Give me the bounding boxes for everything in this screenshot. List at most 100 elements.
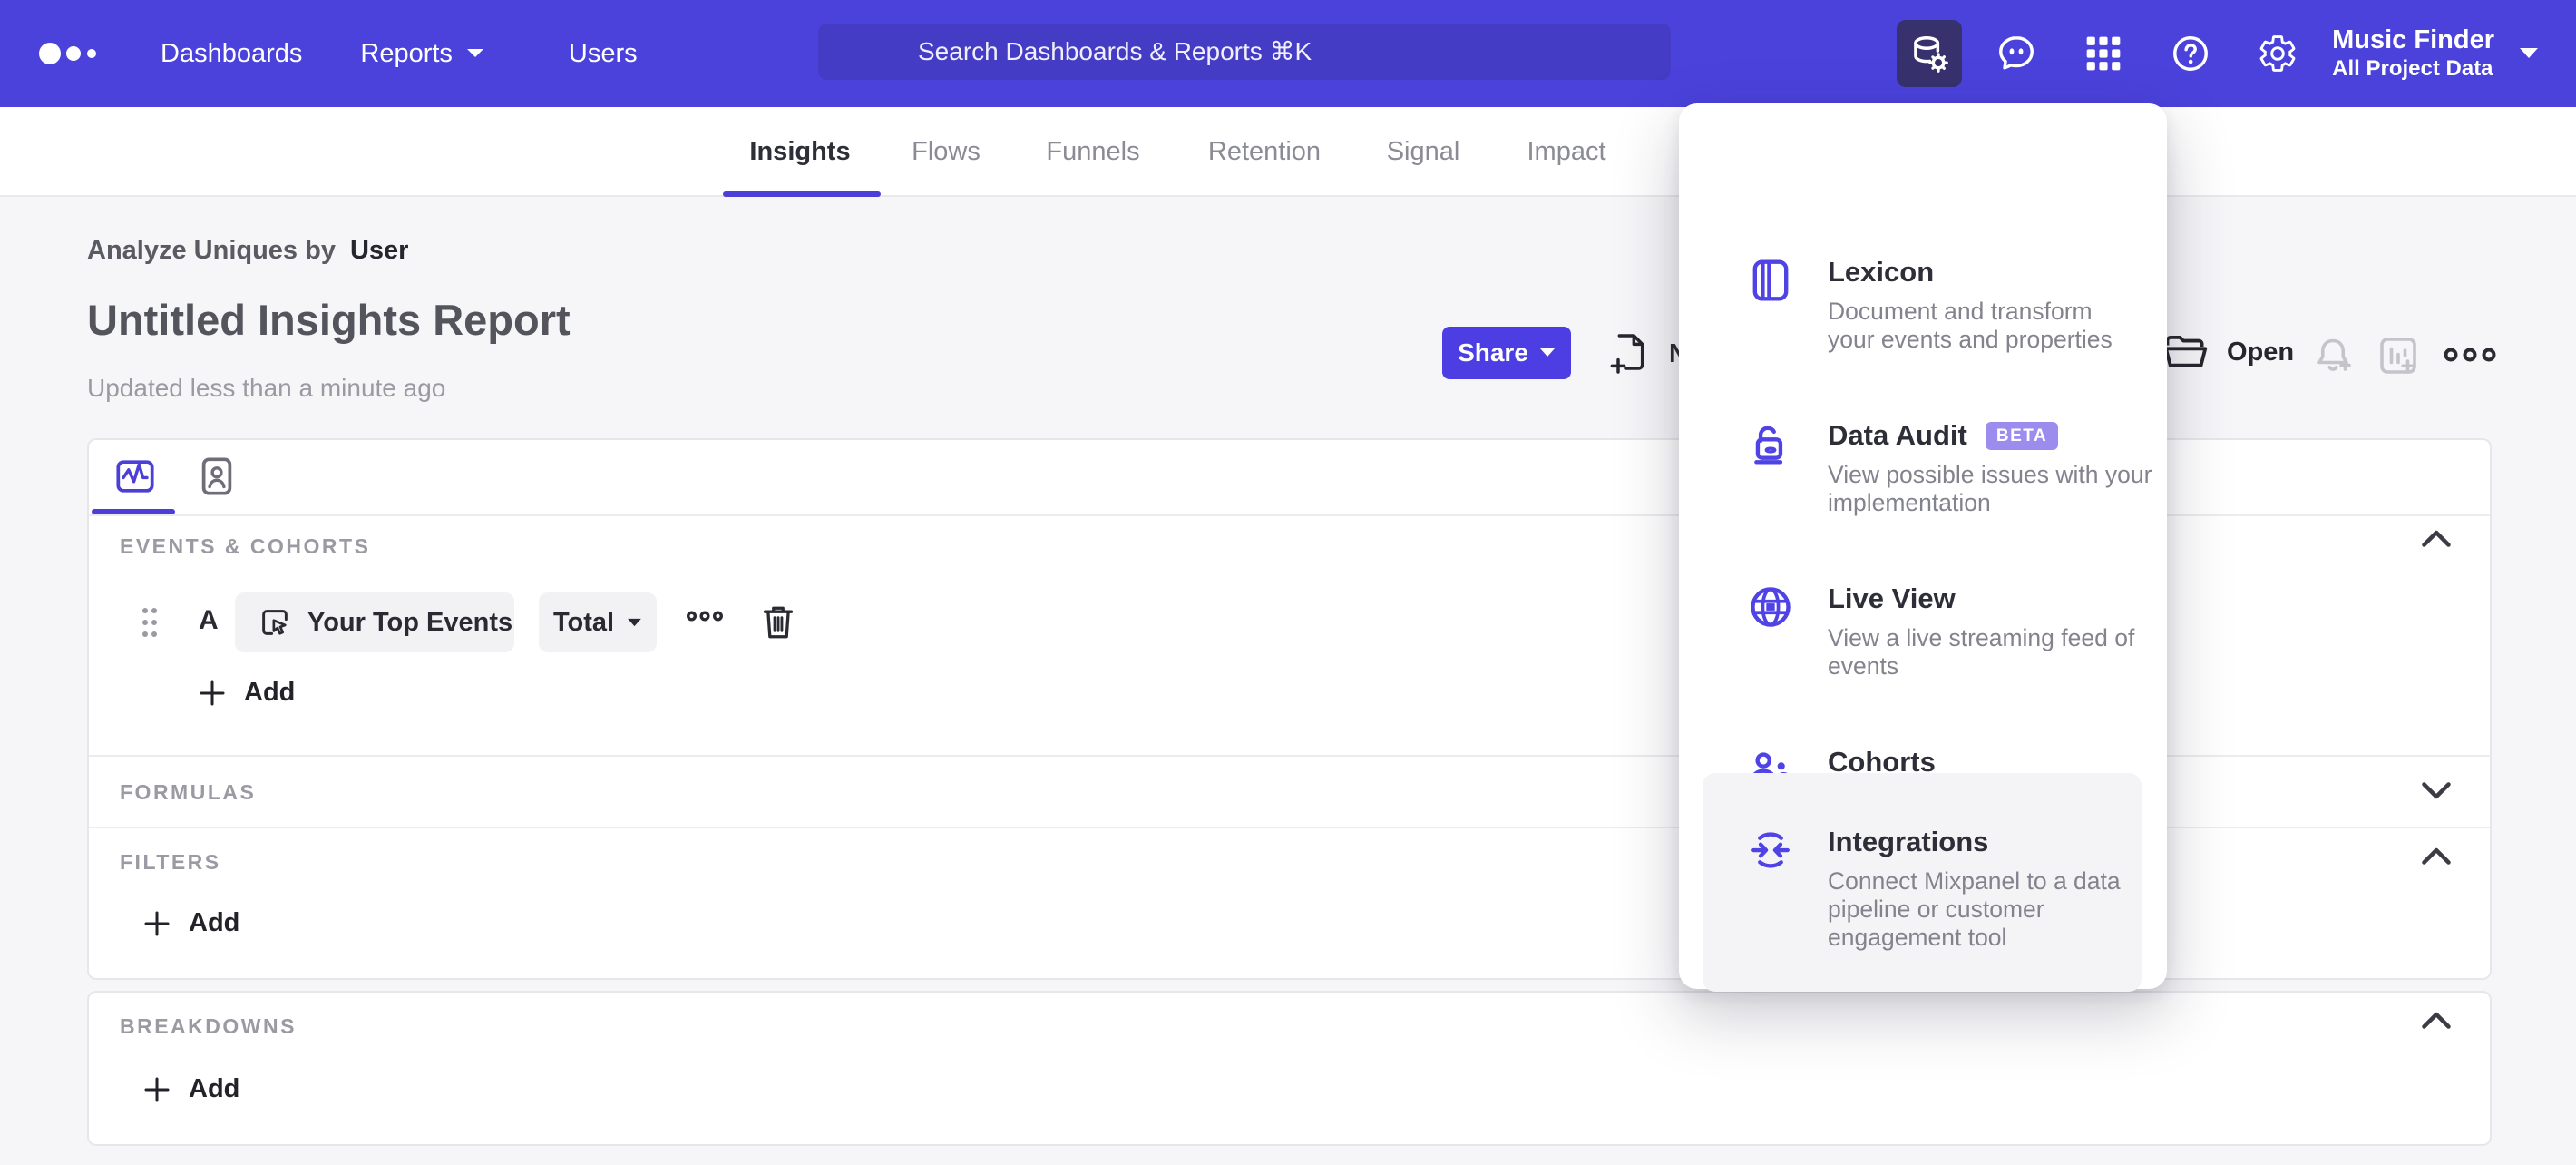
lock-icon: [1748, 419, 1793, 517]
plus-icon: [144, 1077, 170, 1101]
add-label: Add: [189, 1074, 240, 1103]
menu-item-desc: View a live streaming feed of events: [1828, 624, 2135, 680]
sync-icon: [1748, 826, 1793, 952]
collapse-section-button[interactable]: [2419, 527, 2454, 553]
tab-flows[interactable]: Flows: [912, 107, 981, 197]
share-button[interactable]: Share: [1442, 327, 1571, 379]
open-report-button[interactable]: Open: [2163, 332, 2294, 372]
folder-open-icon: [2164, 335, 2208, 367]
collapse-section-button[interactable]: [2419, 845, 2454, 871]
breakdowns-section: BREAKDOWNS Add: [89, 993, 2490, 1144]
add-label: Add: [189, 908, 240, 937]
tab-funnels[interactable]: Funnels: [1046, 107, 1139, 197]
globe-icon: [1748, 582, 1793, 680]
tab-retention[interactable]: Retention: [1208, 107, 1321, 197]
mixpanel-logo-icon[interactable]: [38, 40, 103, 72]
plus-icon: [200, 680, 225, 705]
analyze-by-value[interactable]: User: [350, 236, 409, 265]
project-scope: All Project Data: [2332, 56, 2493, 81]
analyze-by-line: Analyze Uniques by User: [87, 236, 408, 266]
menu-item-integrations[interactable]: Integrations Connect Mixpanel to a data …: [1703, 773, 2142, 992]
menu-item-data-audit[interactable]: Data Audit BETA View possible issues wit…: [1679, 419, 2167, 517]
overflow-menu-icon: [2444, 348, 2496, 362]
active-view-underline: [92, 509, 175, 514]
plus-icon: [144, 911, 170, 935]
beta-badge: BETA: [1985, 421, 2059, 450]
profiles-view-tab[interactable]: [196, 455, 238, 497]
caret-down-icon: [628, 618, 641, 626]
data-management-button[interactable]: [1897, 20, 1963, 87]
data-management-menu: Lexicon Document and transform your even…: [1679, 103, 2167, 992]
gear-icon: [2259, 35, 2296, 72]
nav-item-dashboards[interactable]: Dashboards: [161, 39, 302, 69]
add-filter-button[interactable]: Add: [143, 908, 239, 938]
event-options-button[interactable]: [687, 609, 723, 628]
bell-plus-icon: [2317, 338, 2351, 371]
tab-signal[interactable]: Signal: [1387, 107, 1460, 197]
grid-icon: [2086, 36, 2121, 71]
nav-item-label: Dashboards: [161, 38, 303, 68]
menu-item-title: Integrations: [1828, 826, 1989, 857]
event-selector[interactable]: Your Top Events: [235, 592, 514, 652]
nav-item-label: Reports: [360, 38, 453, 68]
open-label: Open: [2227, 337, 2295, 367]
settings-button[interactable]: [2245, 20, 2310, 87]
file-plus-icon: [1610, 334, 1644, 374]
analyze-by-label: Analyze Uniques by: [87, 236, 336, 265]
add-breakdown-button[interactable]: Add: [143, 1074, 239, 1104]
metric-name: Total: [552, 607, 615, 637]
chat-bubble-icon: [1999, 36, 2034, 70]
chart-add-icon: [2380, 338, 2416, 374]
alert-add-button[interactable]: [2311, 334, 2355, 382]
section-label: FORMULAS: [120, 780, 257, 804]
primary-nav: Dashboards Reports Users: [161, 0, 638, 107]
trash-icon: [763, 606, 794, 639]
apps-grid-button[interactable]: [2071, 20, 2136, 87]
app-screen: Dashboards Reports Users Search Dashboar…: [0, 0, 2576, 1165]
report-tabstrip: Insights Flows Funnels Retention Signal …: [0, 107, 2576, 197]
updated-timestamp: Updated less than a minute ago: [87, 374, 446, 402]
pulse-chart-icon: [116, 460, 154, 493]
chevron-up-icon: [2422, 847, 2451, 865]
profile-card-icon: [201, 457, 232, 495]
menu-item-title: Lexicon: [1828, 256, 1935, 288]
delete-event-button[interactable]: [761, 603, 795, 646]
add-chart-button[interactable]: [2376, 334, 2420, 382]
series-letter: A: [199, 605, 219, 635]
section-label: FILTERS: [120, 850, 221, 874]
breakdowns-card: BREAKDOWNS Add: [87, 991, 2492, 1146]
menu-item-lexicon[interactable]: Lexicon Document and transform your even…: [1679, 256, 2167, 354]
help-button[interactable]: [2158, 20, 2223, 87]
nav-item-users[interactable]: Users: [569, 39, 638, 69]
navbar-right: Music Finder All Project Data: [1897, 0, 2576, 107]
nav-item-reports[interactable]: Reports: [360, 39, 485, 69]
search-input[interactable]: [818, 24, 1671, 80]
caret-down-icon: [2520, 48, 2538, 58]
tab-insights[interactable]: Insights: [749, 107, 850, 197]
more-actions-button[interactable]: [2444, 345, 2496, 369]
metric-selector[interactable]: Total: [539, 592, 657, 652]
menu-item-title: Data Audit: [1828, 419, 1967, 451]
add-event-button[interactable]: Add: [199, 678, 295, 708]
caret-down-icon: [1539, 348, 1555, 357]
event-click-icon: [262, 610, 288, 635]
add-label: Add: [244, 678, 296, 707]
nav-item-label: Users: [568, 38, 638, 68]
drag-handle[interactable]: [140, 603, 160, 646]
book-icon: [1748, 256, 1793, 354]
feedback-button[interactable]: [1984, 20, 2049, 87]
expand-section-button[interactable]: [2419, 780, 2454, 807]
caret-down-icon: [466, 49, 483, 57]
overflow-menu-icon: [687, 611, 723, 622]
chevron-down-icon: [2422, 782, 2451, 799]
collapse-section-button[interactable]: [2419, 1009, 2454, 1035]
tab-impact[interactable]: Impact: [1527, 107, 1605, 197]
menu-item-desc: View possible issues with your implement…: [1828, 461, 2152, 516]
section-label: EVENTS & COHORTS: [120, 534, 371, 558]
top-navbar: Dashboards Reports Users Search Dashboar…: [0, 0, 2576, 107]
report-title[interactable]: Untitled Insights Report: [87, 295, 571, 345]
menu-item-title: Live View: [1828, 582, 1956, 614]
menu-item-live-view[interactable]: Live View View a live streaming feed of …: [1679, 582, 2167, 680]
metrics-view-tab[interactable]: [114, 455, 156, 497]
project-selector[interactable]: Music Finder All Project Data: [2332, 24, 2540, 83]
